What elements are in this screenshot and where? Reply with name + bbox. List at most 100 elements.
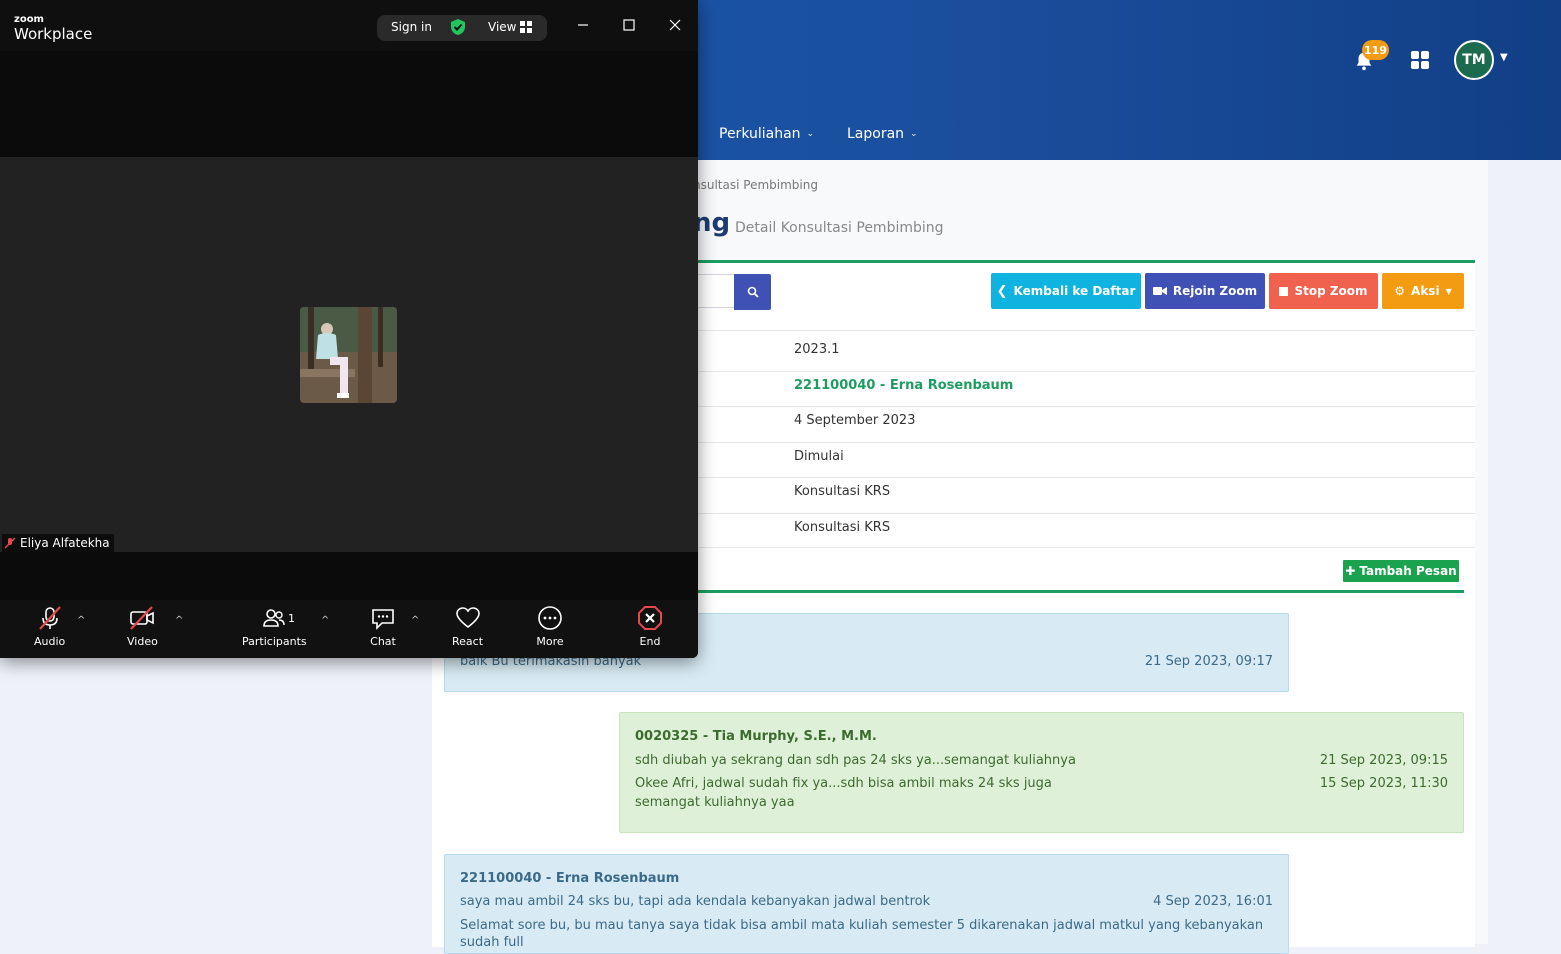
shield-check-icon[interactable] <box>449 18 467 36</box>
user-avatar[interactable]: TM <box>1454 40 1494 80</box>
more-button[interactable]: More <box>536 604 564 648</box>
message-text: semangat kuliahnya yaa <box>635 795 795 810</box>
stop-square-icon <box>1279 286 1289 296</box>
participants-options-caret-icon[interactable]: ^ <box>321 615 329 626</box>
video-options-caret-icon[interactable]: ^ <box>175 615 183 626</box>
action-button-label: Aksi <box>1411 284 1440 298</box>
stop-button-label: Stop Zoom <box>1294 284 1368 298</box>
nav-perkuliahan[interactable]: Perkuliahan ⌄ <box>719 126 814 142</box>
search-icon <box>747 286 759 298</box>
action-dropdown-button[interactable]: ⚙ Aksi ▼ <box>1382 273 1464 309</box>
heart-icon <box>455 607 480 629</box>
notification-badge: 119 <box>1362 40 1389 60</box>
stopped-video-icon <box>130 606 155 630</box>
back-button-label: Kembali ke Daftar <box>1013 284 1136 298</box>
page-subtitle: Detail Konsultasi Pembimbing <box>735 220 944 236</box>
chevron-down-icon: ⌄ <box>910 129 918 139</box>
add-message-label: Tambah Pesan <box>1359 564 1457 578</box>
message-text: saya mau ambil 24 sks bu, tapi ada kenda… <box>460 894 931 909</box>
zoom-logo-text: zoom <box>14 14 44 25</box>
muted-microphone-icon <box>38 606 61 630</box>
react-label: React <box>452 635 484 648</box>
chat-button[interactable]: Chat <box>369 604 397 648</box>
chat-options-caret-icon[interactable]: ^ <box>411 615 419 626</box>
message-bubble: 0020325 - Tia Murphy, S.E., M.M. sdh diu… <box>619 712 1464 833</box>
more-label: More <box>536 635 564 648</box>
sign-in-button[interactable]: Sign in <box>391 20 432 34</box>
chat-icon <box>372 609 394 630</box>
video-button[interactable]: Video <box>127 604 158 648</box>
detail-value: Dimulai <box>794 449 844 464</box>
message-time: 21 Sep 2023, 09:15 <box>1319 753 1448 768</box>
audio-label: Audio <box>34 635 66 648</box>
more-icon <box>538 606 562 630</box>
rejoin-zoom-button[interactable]: Rejoin Zoom <box>1145 273 1265 309</box>
detail-value: Konsultasi KRS <box>794 484 891 499</box>
message-time: 15 Sep 2023, 11:30 <box>1319 776 1448 791</box>
plus-icon: ✚ <box>1345 564 1356 578</box>
close-icon[interactable] <box>667 17 683 33</box>
message-text: sudah full <box>460 935 524 950</box>
nav-laporan-label: Laporan <box>847 126 905 142</box>
message-time: 21 Sep 2023, 09:17 <box>1144 654 1273 669</box>
participants-icon <box>263 609 286 627</box>
caret-down-icon[interactable]: ▼ <box>1500 52 1508 63</box>
video-camera-icon <box>1152 287 1167 295</box>
minimize-icon[interactable] <box>575 17 591 33</box>
detail-row-status: Dimulai <box>693 442 1475 477</box>
message-sender: 0020325 - Tia Murphy, S.E., M.M. <box>635 729 877 744</box>
detail-row-topic: Konsultasi KRS <box>693 477 1475 512</box>
caret-down-icon: ▼ <box>1445 286 1452 296</box>
messages-divider <box>693 590 1464 593</box>
detail-value: 4 September 2023 <box>794 413 916 428</box>
end-meeting-button[interactable]: End <box>636 604 664 648</box>
chevron-down-icon: ⌄ <box>806 129 815 139</box>
breadcrumb: nsultasi Pembimbing <box>693 178 818 192</box>
detail-value-student-link[interactable]: 221100040 - Erna Rosenbaum <box>794 378 1013 393</box>
participant-name-tag: Eliya Alfatekha <box>2 534 114 552</box>
view-button[interactable]: View <box>488 20 516 34</box>
participants-label: Participants <box>242 635 307 648</box>
message-time: 4 Sep 2023, 16:01 <box>1153 894 1273 909</box>
apps-grid-icon[interactable] <box>1409 50 1431 70</box>
detail-row-student: 221100040 - Erna Rosenbaum <box>693 371 1475 406</box>
detail-row-period: 2023.1 <box>693 330 1475 365</box>
participant-name: Eliya Alfatekha <box>20 536 110 550</box>
audio-button[interactable]: Audio <box>34 604 65 648</box>
message-bubble: 221100040 - Erna Rosenbaum saya mau ambi… <box>444 854 1289 954</box>
gallery-view-icon[interactable] <box>520 21 532 33</box>
nav-laporan[interactable]: Laporan ⌄ <box>847 126 918 142</box>
end-call-icon <box>638 606 662 630</box>
back-to-list-button[interactable]: ❮ Kembali ke Daftar <box>991 273 1141 309</box>
participants-button[interactable]: Participants <box>242 604 307 648</box>
stop-zoom-button[interactable]: Stop Zoom <box>1269 273 1378 309</box>
participant-video-thumbnail[interactable] <box>300 307 397 403</box>
search-button[interactable] <box>734 274 771 310</box>
chat-label: Chat <box>370 635 396 648</box>
message-text: Selamat sore bu, bu mau tanya saya tidak… <box>460 918 1264 933</box>
zoom-workplace-title: Workplace <box>14 25 93 43</box>
add-message-button[interactable]: ✚ Tambah Pesan <box>1343 560 1459 582</box>
rejoin-button-label: Rejoin Zoom <box>1172 284 1258 298</box>
page-title: ng <box>693 208 731 238</box>
end-label: End <box>639 635 661 648</box>
react-button[interactable]: React <box>452 604 483 648</box>
gear-icon: ⚙ <box>1394 284 1406 298</box>
zoom-titlebar <box>0 0 698 51</box>
detail-value: 2023.1 <box>794 342 840 357</box>
video-label: Video <box>127 635 158 648</box>
maximize-icon[interactable] <box>621 17 637 33</box>
detail-row-date: 4 September 2023 <box>693 406 1475 441</box>
detail-value: Konsultasi KRS <box>794 520 891 535</box>
message-text: Okee Afri, jadwal sudah fix ya...sdh bis… <box>635 776 1052 791</box>
chevron-left-icon: ❮ <box>996 283 1008 299</box>
muted-mic-icon <box>4 537 16 549</box>
video-top-strip <box>0 51 698 157</box>
zoom-window: zoom Workplace Sign in View Eliya Alfate… <box>0 0 698 658</box>
participant-photo <box>300 307 397 403</box>
video-bottom-strip <box>0 552 698 600</box>
detail-row-type: Konsultasi KRS <box>693 513 1475 548</box>
message-sender: 221100040 - Erna Rosenbaum <box>460 871 680 886</box>
audio-options-caret-icon[interactable]: ^ <box>77 615 85 626</box>
meeting-toolbar <box>0 600 698 658</box>
